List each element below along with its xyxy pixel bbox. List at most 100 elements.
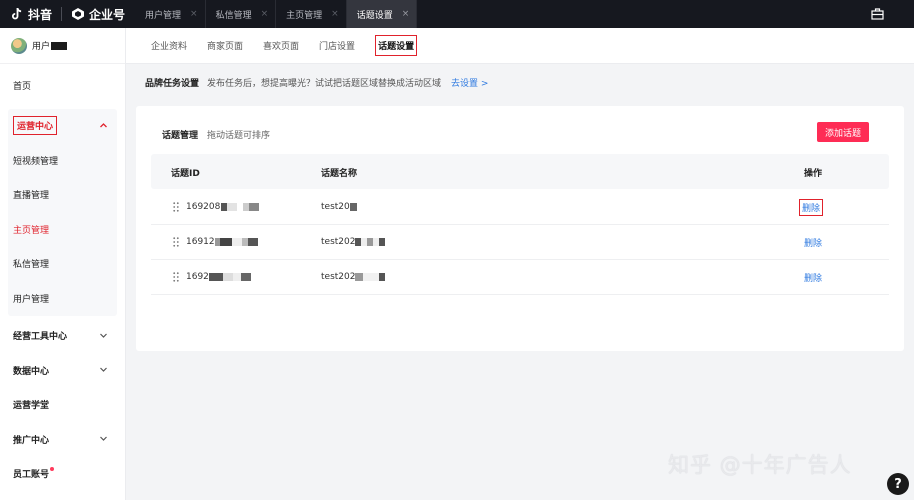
sidebar-item-home[interactable]: 首页 [0,68,125,103]
tab-topic-settings-sub[interactable]: 话题设置 [375,28,418,64]
biz-name: 企业号 [89,7,126,22]
topic-name: test202 [321,272,386,282]
enterprise-logo-icon [72,8,85,20]
help-icon[interactable]: ? [887,473,909,495]
sidebar-item-staff-accounts[interactable]: 员工账号 [0,457,125,492]
tab-homepage-management[interactable]: 主页管理 × [276,0,347,28]
notice-title: 品牌任务设置 [145,78,200,89]
sidebar-item-messages[interactable]: 私信管理 [8,247,117,282]
sidebar-item-label: 经营工具中心 [13,332,68,343]
sidebar-item-academy[interactable]: 运营学堂 [0,388,125,423]
close-icon[interactable]: × [190,9,198,19]
notice-description: 发布任务后，想提高曝光？试试把话题区域替换成活动区域 [207,78,442,89]
watermark: 知乎 @十年广告人 [668,453,852,477]
tab-label: 私信管理 [215,10,252,21]
toolbox-icon[interactable] [871,7,884,20]
table-header: 话题ID 话题名称 操作 [151,154,889,189]
user-profile[interactable]: 用户 [0,28,125,64]
redaction-mask [249,202,260,211]
delete-button[interactable]: 删除 [804,271,822,284]
tab-label: 商家页面 [207,42,244,52]
tab-store-settings[interactable]: 门店设置 [319,28,355,64]
redaction-mask [349,202,357,211]
sidebar-item-short-video[interactable]: 短视频管理 [8,143,117,178]
chevron-up-icon [100,122,107,127]
sidebar-item-ops-center[interactable]: 运营中心 [8,109,117,144]
tab-label: 喜欢页面 [263,42,300,52]
redaction-mask [363,272,380,281]
sidebar-item-label: 短视频管理 [13,156,59,167]
delete-button[interactable]: 删除 [799,199,824,216]
redaction-mask [379,272,386,281]
topic-name-text: test20 [321,202,350,212]
sidebar-item-users[interactable]: 用户管理 [8,281,117,316]
topic-id-text: 169208 [186,202,221,212]
sidebar-group-ops-center: 运营中心 短视频管理 直播管理 主页管理 私信管理 用户管理 [8,108,117,316]
table-row[interactable]: 16912 test202 删除 [151,225,889,260]
chevron-down-icon [100,333,107,338]
column-header-name: 话题名称 [321,169,358,179]
column-header-id: 话题ID [171,169,200,179]
masked-user-id [51,41,68,50]
redaction-mask [231,237,242,246]
sidebar-item-promotion[interactable]: 推广中心 [0,422,125,457]
redaction-mask [222,272,233,281]
sidebar-item-label: 运营中心 [13,116,58,136]
topic-name: test202 [321,237,386,247]
tab-company-profile[interactable]: 企业资料 [151,28,187,64]
topic-name: test20 [321,202,357,212]
sidebar-item-label: 运营学堂 [13,401,50,412]
close-icon[interactable]: × [261,9,269,19]
redaction-mask [232,272,241,281]
avatar[interactable] [11,37,27,54]
tab-message-management[interactable]: 私信管理 × [206,0,277,28]
topic-id: 16912 [186,237,258,247]
sidebar-item-data-center[interactable]: 数据中心 [0,353,125,388]
redaction-mask [379,237,386,246]
sidebar-item-business-tools[interactable]: 经营工具中心 [0,319,125,354]
tab-label: 企业资料 [151,42,188,52]
chevron-down-icon [100,367,107,372]
close-icon[interactable]: × [402,9,410,19]
sidebar-item-label: 主页管理 [13,225,50,236]
tab-label: 用户管理 [145,10,182,21]
topic-id-text: 1692 [186,272,209,282]
douyin-logo-icon [12,7,22,20]
topic-name-text: test202 [321,237,356,247]
sidebar-item-label: 直播管理 [13,191,50,202]
tab-merchant-page[interactable]: 商家页面 [207,28,243,64]
brand[interactable]: 抖音 企业号 [0,0,125,28]
redaction-mask [219,237,232,246]
sidebar-item-label: 数据中心 [13,366,50,377]
redaction-mask [355,272,364,281]
sidebar-item-label: 推广中心 [13,435,50,446]
tab-topic-settings[interactable]: 话题设置 × [346,0,418,28]
tab-likes-page[interactable]: 喜欢页面 [263,28,299,64]
sidebar-item-homepage[interactable]: 主页管理 [8,212,117,247]
delete-button[interactable]: 删除 [804,236,822,249]
top-bar: 抖音 企业号 用户管理 × 私信管理 × 主页管理 × 话题设置 × [0,0,914,28]
tab-label: 主页管理 [286,10,323,21]
close-icon[interactable]: × [331,9,339,19]
table-row[interactable]: 169208 test20 删除 [151,190,889,225]
chevron-down-icon [100,436,107,441]
tab-label: 门店设置 [319,42,356,52]
add-topic-button[interactable]: 添加话题 [817,122,869,142]
redaction-mask [240,272,251,281]
user-name: 用户 [32,42,51,52]
topic-id: 169208 [186,202,260,212]
sidebar-item-label: 私信管理 [13,260,50,271]
table-row[interactable]: 1692 test202 删除 [151,260,889,295]
drag-handle-icon[interactable] [173,237,179,247]
redaction-mask [227,202,238,211]
tab-label: 话题设置 [356,10,393,21]
drag-handle-icon[interactable] [173,272,179,282]
drag-handle-icon[interactable] [173,202,179,212]
notification-dot [50,466,54,471]
sidebar-item-live[interactable]: 直播管理 [8,178,117,213]
card-title: 话题管理 [162,131,199,141]
go-settings-link[interactable]: 去设置 > [451,76,488,89]
tab-label: 话题设置 [375,35,418,56]
tab-user-management[interactable]: 用户管理 × [135,0,206,28]
sidebar: 用户 首页 运营中心 短视频管理 直播管理 主页管理 私信管理 用户管理 经营工… [0,28,126,500]
